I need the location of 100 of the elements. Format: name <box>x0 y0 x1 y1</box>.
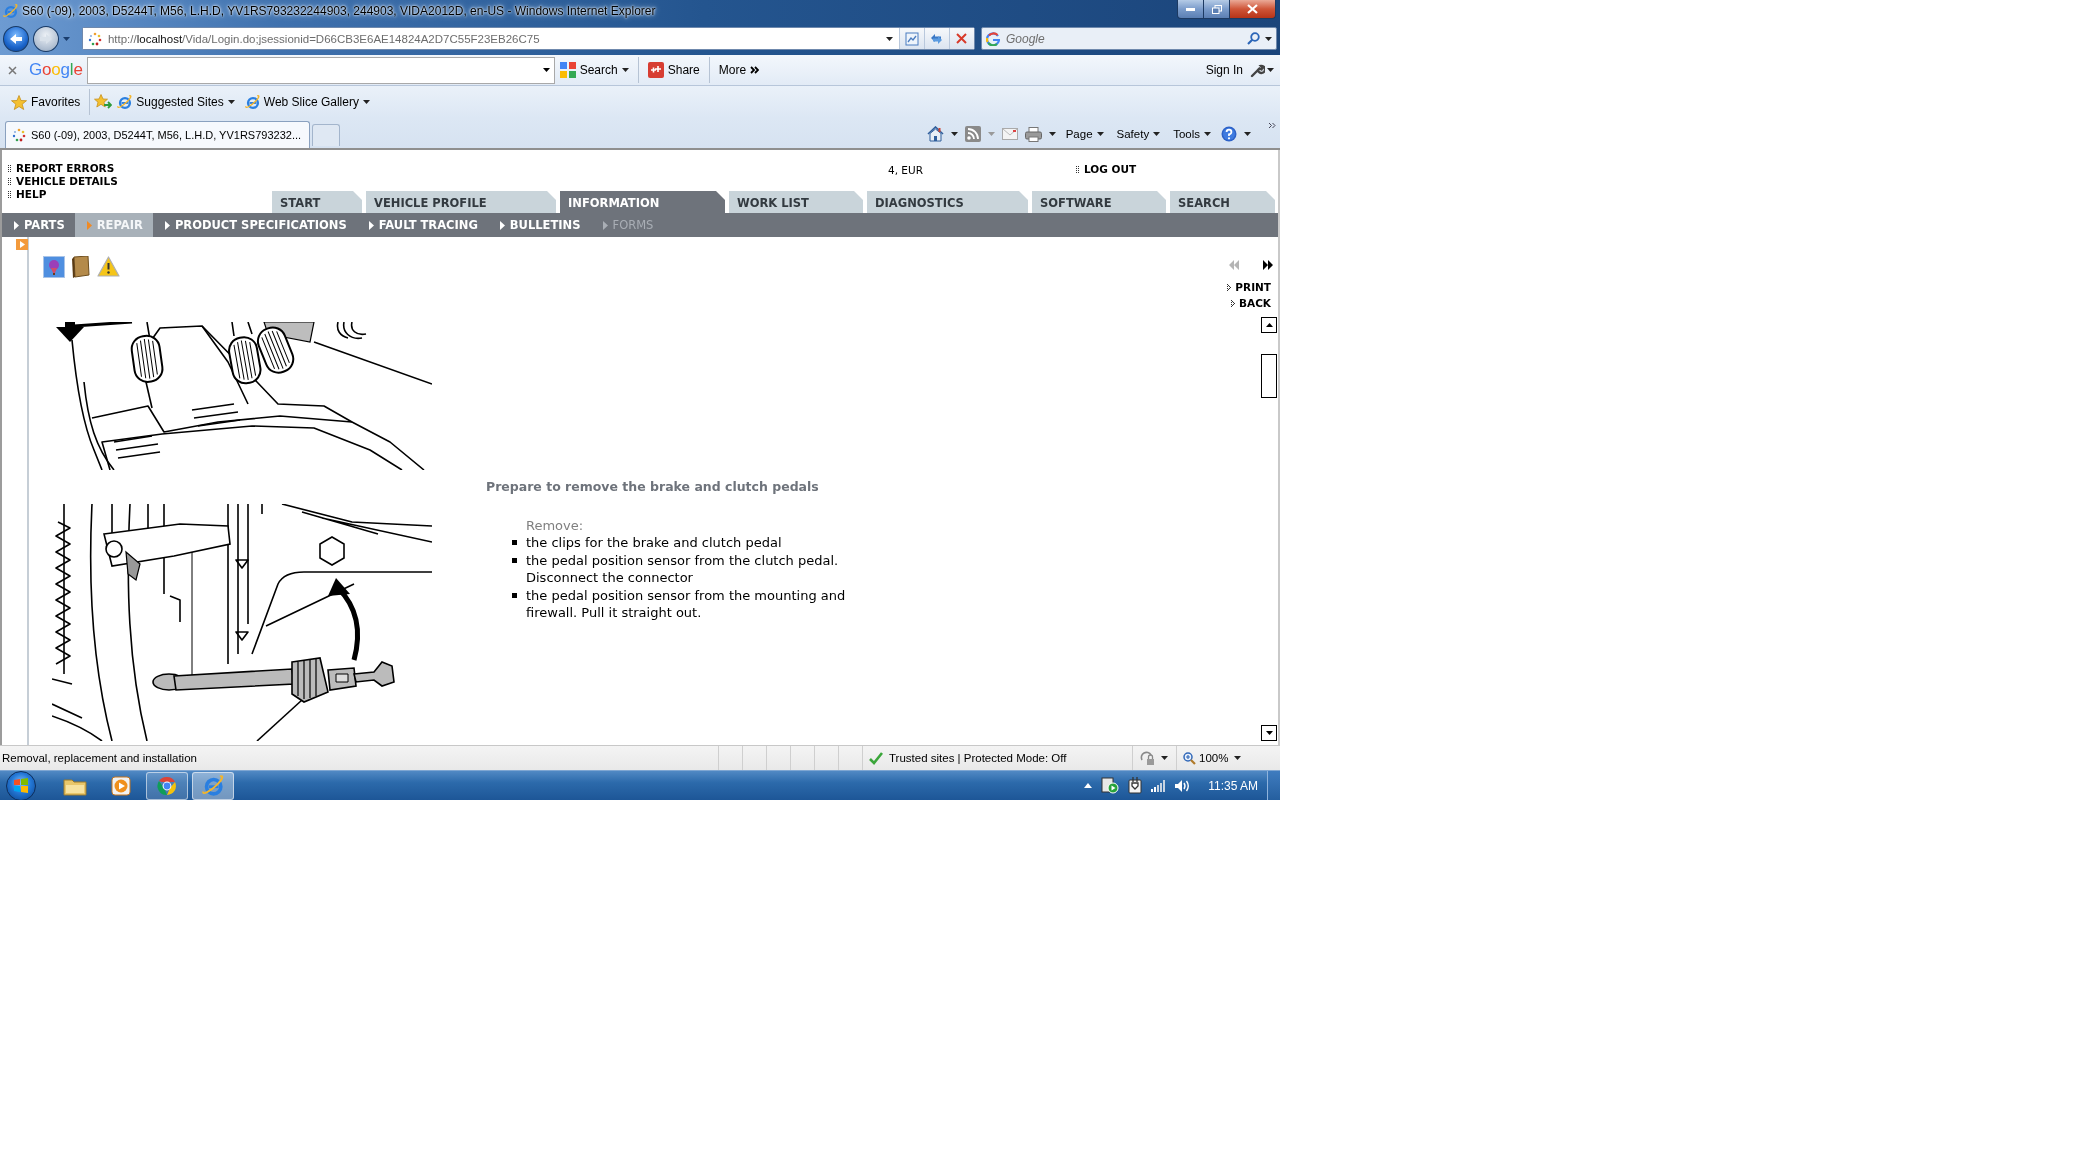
help-icon[interactable] <box>1221 126 1237 142</box>
search-button[interactable]: Search <box>554 56 634 84</box>
browser-tab[interactable]: S60 (-09), 2003, D5244T, M56, L.H.D, YV1RS793232... <box>5 121 311 148</box>
forward-button[interactable] <box>32 25 59 52</box>
caret-up-icon[interactable] <box>1084 783 1093 788</box>
main-tab[interactable]: SEARCH <box>1170 191 1275 213</box>
grip-icon <box>8 177 11 186</box>
caret-right-icon <box>14 220 19 230</box>
close-icon[interactable] <box>8 65 17 75</box>
signal-bars-icon[interactable] <box>1151 779 1166 792</box>
star-icon <box>11 94 27 110</box>
section-tab[interactable]: FAULT TRACING <box>356 213 488 237</box>
action-link[interactable]: BACK <box>1231 297 1271 310</box>
caret-icon[interactable] <box>542 68 550 72</box>
e-logo-icon <box>202 774 224 797</box>
main-tab[interactable]: START <box>272 191 362 213</box>
command-menu[interactable]: Safety <box>1113 123 1164 145</box>
command-menu[interactable]: Tools <box>1170 123 1214 145</box>
grip-icon <box>8 190 11 199</box>
dotted-arrow-icon <box>1231 300 1235 307</box>
share-button[interactable]: Share <box>642 56 705 84</box>
command-menu[interactable]: Page <box>1062 123 1107 145</box>
step-text: the pedal position sensor from the mounting and firewall. Pull it straight out. <box>526 587 847 621</box>
instruction-intro: Remove: <box>526 517 585 534</box>
logout-link[interactable]: LOG OUT <box>1076 163 1137 176</box>
favorites-link[interactable]: Suggested Sites <box>112 88 240 116</box>
search-icon[interactable] <box>1247 32 1260 45</box>
close-button[interactable] <box>1230 0 1276 19</box>
sign-in-button[interactable]: Sign In <box>1200 56 1248 84</box>
section-tab[interactable]: BULLETINS <box>487 213 591 237</box>
main-tab[interactable]: WORK LIST <box>729 191 863 213</box>
photo-icon[interactable] <box>43 256 65 278</box>
minimize-icon <box>1186 7 1195 11</box>
page-play-icon[interactable] <box>1101 777 1120 794</box>
caret-icon <box>1153 132 1161 136</box>
caret-right-icon <box>164 220 170 230</box>
more-button[interactable]: More <box>713 56 765 84</box>
wrench-icon[interactable] <box>1250 62 1265 78</box>
home-icon[interactable] <box>926 126 944 142</box>
add-favorite-icon[interactable] <box>94 94 113 110</box>
clock[interactable]: 11:35 AM <box>1208 778 1258 793</box>
main-tab[interactable]: DIAGNOSTICS <box>867 191 1028 213</box>
favorites-button[interactable]: Favorites <box>6 88 86 116</box>
e-logo-icon <box>244 94 260 110</box>
plug-icon[interactable] <box>1128 777 1143 794</box>
caret-right-icon <box>602 220 608 230</box>
show-desktop-button[interactable] <box>1267 771 1280 800</box>
caret-right-icon <box>499 220 505 230</box>
section-tab[interactable]: PARTS <box>2 213 75 237</box>
taskbar-app-button[interactable] <box>192 771 234 800</box>
dotted-arrow-icon <box>1227 284 1232 291</box>
caret-icon <box>227 100 235 104</box>
caret-icon <box>1244 132 1251 136</box>
header-link[interactable]: HELP <box>8 188 47 201</box>
caret-icon[interactable] <box>1265 36 1272 41</box>
rss-icon[interactable] <box>964 126 981 142</box>
triangle-up-icon <box>1265 323 1273 327</box>
arrow-left-icon <box>9 32 23 45</box>
favorites-link[interactable]: Web Slice Gallery <box>239 88 375 116</box>
scroll-up-button[interactable] <box>1261 317 1277 333</box>
taskbar-app-button[interactable] <box>146 771 188 800</box>
restore-button[interactable] <box>1204 0 1230 19</box>
google-logo: Google <box>29 60 83 80</box>
magnifier-icon <box>1183 751 1196 765</box>
step-text: the clips for the brake and clutch pedal <box>526 534 783 551</box>
main-tab[interactable]: VEHICLE PROFILE <box>366 191 556 213</box>
toolbar-search-input[interactable] <box>86 56 555 84</box>
caret-right-icon <box>368 220 374 230</box>
speaker-icon[interactable] <box>1174 778 1192 793</box>
book-icon[interactable] <box>71 256 91 278</box>
header-link[interactable]: REPORT ERRORS <box>8 162 115 175</box>
scrollbar-thumb[interactable] <box>1261 354 1277 398</box>
section-tab[interactable]: PRODUCT SPECIFICATIONS <box>152 213 357 237</box>
lock-arrow-icon[interactable] <box>1139 750 1155 766</box>
grip-icon <box>1076 165 1079 174</box>
search-field[interactable]: Google <box>981 27 1277 50</box>
main-tab[interactable]: INFORMATION <box>560 191 725 213</box>
caret-right-icon <box>86 220 92 230</box>
scroll-down-button[interactable] <box>1261 725 1277 741</box>
arrow-tile-icon[interactable] <box>16 239 28 250</box>
triangle-down-icon <box>1265 731 1273 735</box>
colored-squares-icon <box>559 62 576 78</box>
caret-icon <box>1048 132 1056 136</box>
main-tab[interactable]: SOFTWARE <box>1032 191 1166 213</box>
start-button[interactable] <box>6 770 36 800</box>
warning-icon[interactable] <box>97 256 120 277</box>
bullet-icon <box>512 593 517 598</box>
next-page-button[interactable] <box>1263 260 1273 270</box>
fast-forward-icon <box>1263 260 1273 270</box>
header-link[interactable]: VEHICLE DETAILS <box>8 175 118 188</box>
double-chevron-icon[interactable] <box>1268 122 1276 129</box>
mail-icon[interactable] <box>1001 128 1018 140</box>
printer-icon[interactable] <box>1024 126 1042 142</box>
action-link[interactable]: PRINT <box>1227 281 1271 294</box>
share-plus-icon <box>647 62 664 78</box>
bullet-icon <box>512 540 517 545</box>
back-button[interactable] <box>3 25 29 52</box>
account-info: 4, EUR <box>888 163 923 176</box>
minimize-button[interactable] <box>1177 0 1204 19</box>
zoom-level-button[interactable]: 100% <box>1183 751 1229 765</box>
